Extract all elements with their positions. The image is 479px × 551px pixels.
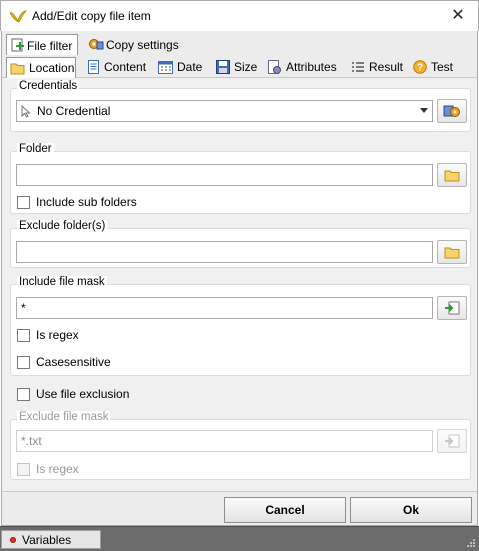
browse-exclude-folders-button[interactable] [437,240,467,264]
use-file-exclusion-label: Use file exclusion [36,387,130,401]
checkbox-box [17,355,30,369]
calendar-icon [158,61,173,74]
insert-variable-button[interactable] [437,296,467,320]
folder-icon [444,247,460,258]
list-icon [352,62,364,72]
tab-file-filter[interactable]: File filter [6,34,78,55]
exclude-file-mask-input[interactable]: *.txt [16,430,433,452]
inner-tab-bar: Location Content Date Size Attributes Re… [1,55,478,79]
attributes-icon [268,60,281,74]
tab-test-label: Test [431,60,454,74]
checkbox-box [17,462,30,476]
tab-content-label: Content [104,60,147,74]
tab-date[interactable]: Date [155,57,205,78]
folder-icon [444,170,460,181]
casesensitive-checkbox[interactable]: Casesensitive [17,355,111,369]
tab-attributes[interactable]: Attributes [264,57,340,78]
help-icon: ? [413,60,427,74]
tab-location-label: Location [29,61,75,75]
outer-tab-bar: File filter Copy settings [1,31,478,55]
folder-input[interactable] [16,164,433,186]
tab-location[interactable]: Location [6,57,76,79]
file-filter-icon [11,38,24,52]
checkbox-box [17,328,30,342]
exclude-folders-label: Exclude folder(s) [17,220,108,232]
casesensitive-label: Casesensitive [36,355,111,369]
resize-grip-icon[interactable] [466,538,476,548]
exclude-folders-group: Exclude folder(s) [10,220,471,268]
close-icon: ✕ [451,7,465,24]
tab-attributes-label: Attributes [286,60,337,74]
tab-result-label: Result [369,60,404,74]
exclude-folders-input[interactable] [16,241,433,263]
variables-button[interactable]: Variables [1,530,101,549]
exclude-file-mask-group: Exclude file mask *.txt Is regex [10,411,471,480]
status-dot-icon [10,537,16,543]
title-bar: Add/Edit copy file item ✕ [0,0,479,31]
include-subfolders-label: Include sub folders [36,195,137,209]
include-subfolders-checkbox[interactable]: Include sub folders [17,195,137,209]
include-file-mask-label: Include file mask [17,276,107,288]
close-button[interactable]: ✕ [446,5,470,27]
browse-folder-button[interactable] [437,163,467,187]
ok-button[interactable]: Ok [350,497,472,523]
insert-arrow-icon [445,301,460,315]
variables-label: Variables [22,533,72,547]
tab-copy-settings[interactable]: Copy settings [84,34,184,55]
include-file-mask-input[interactable]: * [16,297,433,319]
window-title: Add/Edit copy file item [32,9,151,23]
dialog-footer: Cancel Ok [1,491,478,526]
include-is-regex-checkbox[interactable]: Is regex [17,328,79,342]
credentials-group: Credentials No Credential [10,80,471,132]
include-is-regex-label: Is regex [36,328,79,342]
gear-icon [443,105,460,117]
status-bar: Variables [0,526,479,551]
tab-content-panel: Credentials No Credential Folder Include… [1,78,478,491]
svg-text:?: ? [417,63,423,74]
use-file-exclusion-checkbox[interactable]: Use file exclusion [17,387,129,401]
tab-file-filter-label: File filter [27,39,73,53]
copy-settings-icon [89,39,104,50]
tab-result[interactable]: Result [348,57,406,78]
credentials-select[interactable]: No Credential [16,100,433,122]
tab-date-label: Date [177,60,203,74]
floppy-disk-icon [216,60,230,74]
folder-label: Folder [17,143,54,155]
credentials-label: Credentials [17,80,80,92]
checkbox-box [17,387,30,401]
tab-size[interactable]: Size [213,57,260,78]
checkbox-box [17,195,30,209]
insert-arrow-icon [445,434,460,448]
cursor-icon [21,105,31,118]
tab-size-label: Size [234,60,258,74]
app-logo-icon [9,10,27,23]
include-file-mask-group: Include file mask * Is regex Casesensiti… [10,276,471,376]
tab-test[interactable]: ? Test [410,57,456,78]
exclude-file-mask-label: Exclude file mask [17,411,111,423]
exclude-is-regex-checkbox[interactable]: Is regex [17,462,79,476]
folder-icon [10,63,25,75]
chevron-down-icon [420,108,428,113]
cancel-button[interactable]: Cancel [224,497,346,523]
folder-group: Folder Include sub folders [10,143,471,214]
exclude-insert-variable-button[interactable] [437,429,467,453]
credentials-value: No Credential [37,104,111,118]
tab-copy-settings-label: Copy settings [106,38,179,52]
tab-content[interactable]: Content [84,57,149,78]
credentials-settings-button[interactable] [437,99,467,123]
document-icon [88,60,99,74]
exclude-is-regex-label: Is regex [36,462,79,476]
